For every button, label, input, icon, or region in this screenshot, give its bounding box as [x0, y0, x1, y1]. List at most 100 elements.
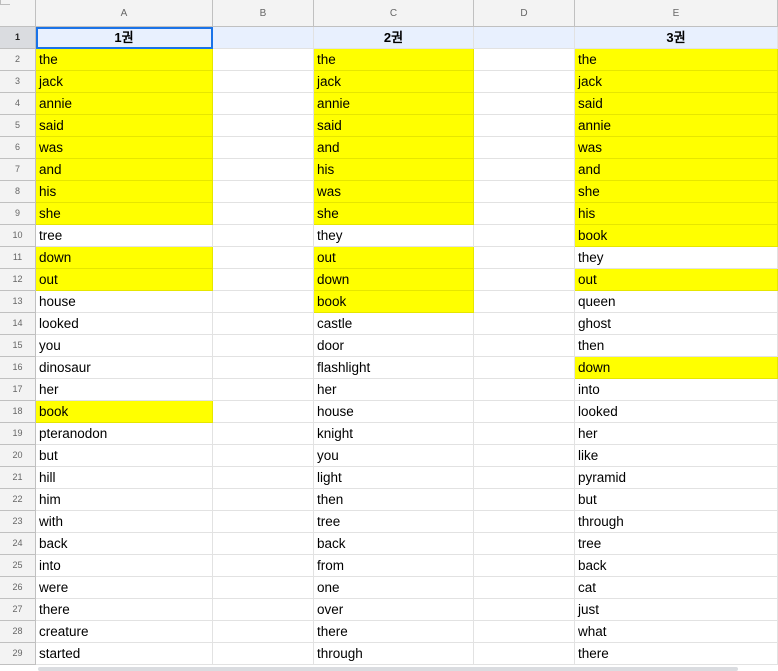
row-header-11[interactable]: 11 [0, 247, 36, 269]
cell-e18[interactable]: looked [575, 401, 778, 423]
cell-c26[interactable]: one [314, 577, 474, 599]
cell-b6[interactable] [213, 137, 314, 159]
row-header-4[interactable]: 4 [0, 93, 36, 115]
cell-b18[interactable] [213, 401, 314, 423]
cell-c21[interactable]: light [314, 467, 474, 489]
cell-b22[interactable] [213, 489, 314, 511]
cell-d14[interactable] [474, 313, 575, 335]
row-header-27[interactable]: 27 [0, 599, 36, 621]
cell-b16[interactable] [213, 357, 314, 379]
cell-b17[interactable] [213, 379, 314, 401]
cell-a3[interactable]: jack [36, 71, 213, 93]
cell-d23[interactable] [474, 511, 575, 533]
cell-a6[interactable]: was [36, 137, 213, 159]
cell-e14[interactable]: ghost [575, 313, 778, 335]
cell-a29[interactable]: started [36, 643, 213, 665]
cell-a9[interactable]: she [36, 203, 213, 225]
cell-c25[interactable]: from [314, 555, 474, 577]
cell-b1[interactable] [213, 27, 314, 49]
row-header-20[interactable]: 20 [0, 445, 36, 467]
cell-d1[interactable] [474, 27, 575, 49]
cell-e13[interactable]: queen [575, 291, 778, 313]
cell-c29[interactable]: through [314, 643, 474, 665]
cell-a18[interactable]: book [36, 401, 213, 423]
cell-d21[interactable] [474, 467, 575, 489]
cell-a12[interactable]: out [36, 269, 213, 291]
cell-b29[interactable] [213, 643, 314, 665]
cell-b4[interactable] [213, 93, 314, 115]
cell-c15[interactable]: door [314, 335, 474, 357]
cell-d26[interactable] [474, 577, 575, 599]
cell-d8[interactable] [474, 181, 575, 203]
cell-c22[interactable]: then [314, 489, 474, 511]
row-header-13[interactable]: 13 [0, 291, 36, 313]
cell-b12[interactable] [213, 269, 314, 291]
cell-e1-volume-3[interactable]: 3권 [575, 27, 778, 49]
cell-a24[interactable]: back [36, 533, 213, 555]
cell-d4[interactable] [474, 93, 575, 115]
column-header-b[interactable]: B [213, 0, 314, 27]
spreadsheet-grid[interactable]: A B C D E 1 1권 2권 3권 2 the the the 3 jack jack… [0, 0, 778, 671]
cell-b25[interactable] [213, 555, 314, 577]
cell-b14[interactable] [213, 313, 314, 335]
cell-e6[interactable]: was [575, 137, 778, 159]
cell-d25[interactable] [474, 555, 575, 577]
cell-a5[interactable]: said [36, 115, 213, 137]
cell-d17[interactable] [474, 379, 575, 401]
cell-a22[interactable]: him [36, 489, 213, 511]
cell-e24[interactable]: tree [575, 533, 778, 555]
cell-c8[interactable]: was [314, 181, 474, 203]
row-header-16[interactable]: 16 [0, 357, 36, 379]
cell-e16[interactable]: down [575, 357, 778, 379]
cell-d13[interactable] [474, 291, 575, 313]
cell-b3[interactable] [213, 71, 314, 93]
row-header-14[interactable]: 14 [0, 313, 36, 335]
cell-c19[interactable]: knight [314, 423, 474, 445]
select-all-corner[interactable] [0, 0, 36, 27]
cell-c1-volume-2[interactable]: 2권 [314, 27, 474, 49]
cell-d19[interactable] [474, 423, 575, 445]
cell-e17[interactable]: into [575, 379, 778, 401]
cell-b7[interactable] [213, 159, 314, 181]
horizontal-scrollbar[interactable] [38, 667, 738, 671]
row-header-1[interactable]: 1 [0, 27, 36, 49]
cell-c10[interactable]: they [314, 225, 474, 247]
cell-e4[interactable]: said [575, 93, 778, 115]
column-header-a[interactable]: A [36, 0, 213, 27]
cell-a14[interactable]: looked [36, 313, 213, 335]
cell-d28[interactable] [474, 621, 575, 643]
cell-c27[interactable]: over [314, 599, 474, 621]
row-header-22[interactable]: 22 [0, 489, 36, 511]
cell-e26[interactable]: cat [575, 577, 778, 599]
cell-c28[interactable]: there [314, 621, 474, 643]
cell-c4[interactable]: annie [314, 93, 474, 115]
cell-a28[interactable]: creature [36, 621, 213, 643]
row-header-9[interactable]: 9 [0, 203, 36, 225]
cell-e10[interactable]: book [575, 225, 778, 247]
cell-b5[interactable] [213, 115, 314, 137]
row-header-29[interactable]: 29 [0, 643, 36, 665]
cell-a25[interactable]: into [36, 555, 213, 577]
cell-c18[interactable]: house [314, 401, 474, 423]
cell-a11[interactable]: down [36, 247, 213, 269]
row-header-25[interactable]: 25 [0, 555, 36, 577]
cell-c11[interactable]: out [314, 247, 474, 269]
cell-c24[interactable]: back [314, 533, 474, 555]
cell-b28[interactable] [213, 621, 314, 643]
cell-e12[interactable]: out [575, 269, 778, 291]
row-header-8[interactable]: 8 [0, 181, 36, 203]
cell-d29[interactable] [474, 643, 575, 665]
cell-b19[interactable] [213, 423, 314, 445]
cell-e5[interactable]: annie [575, 115, 778, 137]
cell-b15[interactable] [213, 335, 314, 357]
cell-b21[interactable] [213, 467, 314, 489]
cell-d27[interactable] [474, 599, 575, 621]
cell-b23[interactable] [213, 511, 314, 533]
row-header-17[interactable]: 17 [0, 379, 36, 401]
row-header-6[interactable]: 6 [0, 137, 36, 159]
cell-c17[interactable]: her [314, 379, 474, 401]
cell-a4[interactable]: annie [36, 93, 213, 115]
cell-e3[interactable]: jack [575, 71, 778, 93]
cell-a23[interactable]: with [36, 511, 213, 533]
cell-a15[interactable]: you [36, 335, 213, 357]
